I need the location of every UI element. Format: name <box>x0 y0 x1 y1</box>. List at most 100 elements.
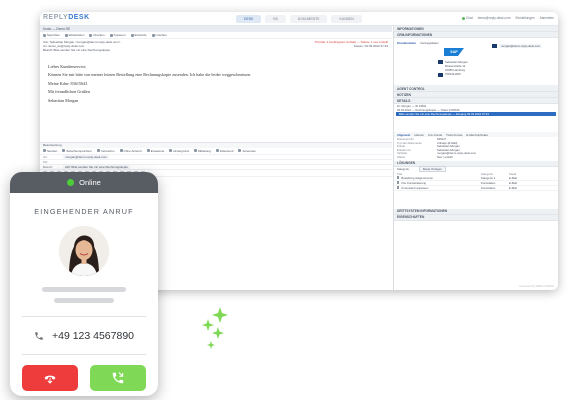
caller-avatar <box>59 226 109 276</box>
no-reply-icon <box>119 149 123 153</box>
reply-subject-input[interactable]: AW: Bitte senden Sie mir eine Rechnungsk… <box>63 164 130 169</box>
address-icon <box>438 60 443 65</box>
save-draft-button[interactable]: Zwischenspeichern <box>62 149 92 153</box>
info-sidebar: INFORMATIONEN CRM-INFORMATIONEN Kundenda… <box>393 26 558 290</box>
tab-dokumente[interactable]: DOKUMENTE <box>289 15 328 23</box>
subject-field: Bitte senden Sie mir eine Rechnungskopie <box>53 48 111 53</box>
subtab-mail-headers[interactable]: E-Mail Kopfzeilen <box>466 133 488 137</box>
drafts-icon <box>130 33 134 37</box>
answers-icon <box>238 149 242 153</box>
mail-icon <box>492 44 497 49</box>
email-customer-number: Meine Kdnr: 83615643 <box>48 80 88 86</box>
incoming-call-card: Online EINGEHENDER ANRUF +49 123 4567890 <box>10 172 158 396</box>
email-signature: Sebastian Morgan <box>48 97 79 103</box>
email-greeting: Liebes Kundenservice, <box>48 63 87 69</box>
logout-link[interactable]: Abmelden <box>540 16 554 20</box>
crm-tab-customer[interactable]: Kundendaten <box>397 41 416 45</box>
tab-desk[interactable]: DESK <box>236 15 262 23</box>
crm-email[interactable]: morgan@demo.reply-desk.com <box>499 44 543 48</box>
accept-call-button[interactable] <box>90 365 146 391</box>
powered-by: Powered by REPLYDESK <box>519 284 554 288</box>
extended-button[interactable]: Erweiterte <box>146 149 164 153</box>
stage: REPLYDESK DESK KB DOKUMENTE KUNDEN Chat … <box>0 0 570 400</box>
toolbar-print-button[interactable]: Drucken <box>89 33 105 37</box>
toolbar-drafts-button[interactable]: Entwürfe <box>130 33 147 37</box>
ticket-meta: Von: Sebastian Morgan <morgan@demo.reply… <box>43 40 388 53</box>
call-status-bar: Online <box>10 172 158 193</box>
checkbox[interactable] <box>397 186 400 189</box>
reply-toolbar: Senden Zwischenspeichern Verwerfen Ohne … <box>40 148 392 155</box>
crm-contact: morgan@demo.reply-desk.com <box>492 44 543 49</box>
caller-number-row: +49 123 4567890 <box>10 330 158 342</box>
checkbox[interactable] <box>397 176 400 179</box>
background-button[interactable]: Hintergrund <box>169 149 189 153</box>
email-paragraph: Können Sie mir bitte von meiner letzten … <box>48 72 252 78</box>
crm-tab-contract[interactable]: Vertragsdaten <box>420 41 439 45</box>
email-body: Liebes Kundenservice, Können Sie mir bit… <box>40 54 392 142</box>
settings-link[interactable]: Einstellungen <box>516 16 535 20</box>
subtab-history[interactable]: Historie <box>414 133 423 137</box>
chat-status-icon <box>461 16 465 20</box>
answers-button[interactable]: Antworten <box>238 149 256 153</box>
solutions-category-select[interactable]: Kategorie <box>397 167 409 171</box>
send-icon <box>43 149 46 153</box>
checkbox[interactable] <box>397 181 400 184</box>
crm-panel: Kundendaten Vertragsdaten SAP Sebastian … <box>394 38 558 86</box>
phone-icon <box>35 332 43 340</box>
decline-call-icon <box>44 375 56 384</box>
subtab-ticket-customer[interactable]: Ticket Kunde <box>446 133 462 137</box>
sparkle-decoration <box>202 307 228 349</box>
divider <box>22 354 146 355</box>
email-closing: Mit freundlichen Grüßen <box>48 89 90 95</box>
online-status-icon <box>67 179 75 186</box>
caller-info-placeholder <box>54 298 114 303</box>
ticket-toolbar: Sperrliste Weiterleiten Drucken Kopieren… <box>40 32 392 39</box>
discard-icon <box>97 149 101 153</box>
document-button[interactable]: Dokument <box>215 149 233 153</box>
copy-icon <box>109 33 113 37</box>
tab-kunden[interactable]: KUNDEN <box>331 15 362 23</box>
subtab-general[interactable]: Allgemein <box>397 133 410 137</box>
extended-icon <box>146 149 150 153</box>
divider <box>22 316 146 317</box>
no-reply-button[interactable]: Ohne Antwort <box>119 149 142 153</box>
accept-call-icon <box>112 372 124 384</box>
chat-link[interactable]: Chat <box>461 16 473 20</box>
decline-call-button[interactable] <box>22 365 78 391</box>
caller-number: +49 123 4567890 <box>51 330 135 342</box>
date-text: Datum: 03.03.2022 07:34 <box>354 44 388 49</box>
print-icon <box>89 33 93 37</box>
toolbar-delete-button[interactable]: Löschen <box>151 33 167 37</box>
online-status-label: Online <box>79 178 101 187</box>
user-email[interactable]: demo@reply-desk.com <box>478 16 511 20</box>
subtab-crm-customer[interactable]: Crm-Kunde <box>428 133 442 137</box>
properties-header[interactable]: EIGENSCHAFTEN <box>394 214 558 221</box>
app-logo[interactable]: REPLYDESK <box>43 14 90 21</box>
caller-name-placeholder <box>42 287 126 292</box>
tab-kb[interactable]: KB <box>265 15 286 23</box>
top-navigation: REPLYDESK DESK KB DOKUMENTE KUNDEN Chat … <box>40 12 558 26</box>
crm-address: Sebastian Morgan Musterstraße 12 22085 H… <box>438 60 468 77</box>
block-icon <box>43 33 46 37</box>
document-icon <box>215 149 219 153</box>
toolbar-blocklist-button[interactable]: Sperrliste <box>43 33 60 37</box>
incoming-call-label: EINGEHENDER ANRUF <box>34 207 134 216</box>
trash-icon <box>151 33 155 37</box>
discard-button[interactable]: Verwerfen <box>97 149 115 153</box>
send-button[interactable]: Senden <box>43 149 57 153</box>
toolbar-forward-button[interactable]: Weiterleiten <box>64 33 84 37</box>
notice-button[interactable]: Mitteilung <box>193 149 211 153</box>
reply-to-input[interactable]: morgan@demo.reply-desk.com <box>63 154 109 159</box>
details-empty-area <box>394 116 558 132</box>
phone-icon <box>438 72 443 77</box>
solutions-empty-area <box>394 191 558 209</box>
kv-row: Status Neu / erstellt <box>397 154 453 159</box>
ticket-title: Konto — Demo DE <box>43 27 71 31</box>
save-icon <box>62 149 66 153</box>
background-icon <box>169 149 173 153</box>
toolbar-copy-button[interactable]: Kopieren <box>109 33 126 37</box>
tab-reply[interactable]: Beantwortung <box>43 143 62 147</box>
forward-icon <box>64 33 68 37</box>
notice-icon <box>193 149 197 153</box>
sap-logo: SAP <box>444 48 464 56</box>
